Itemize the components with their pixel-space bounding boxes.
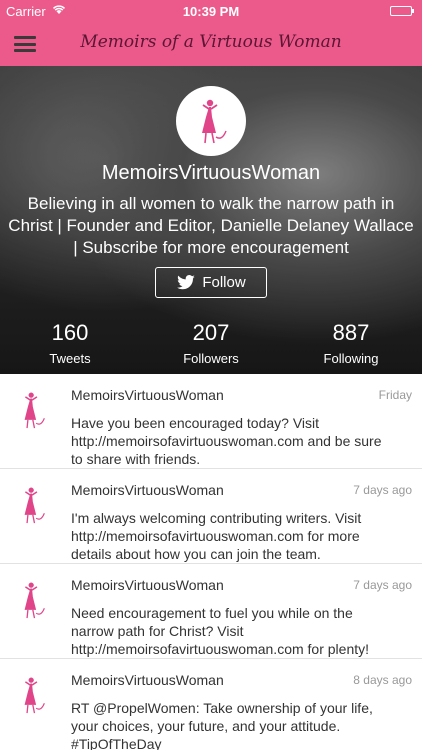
nav-title: Memoirs of a Virtuous Woman: [80, 32, 342, 52]
stat-followers[interactable]: 207 Followers: [151, 320, 271, 366]
profile-bio: Believing in all women to walk the narro…: [8, 194, 414, 257]
follow-button[interactable]: Follow: [155, 267, 267, 298]
woman-silhouette-logo-icon: [24, 677, 45, 714]
stat-value: 207: [192, 320, 230, 345]
tweet-username[interactable]: MemoirsVirtuousWoman: [71, 387, 224, 403]
woman-silhouette-logo-icon: [202, 99, 227, 144]
tweet-text: RT @PropelWomen: Take ownership of your …: [71, 700, 373, 750]
tweet-username[interactable]: MemoirsVirtuousWoman: [71, 482, 224, 498]
stat-label: Followers: [183, 351, 239, 366]
stat-tweets[interactable]: 160 Tweets: [10, 320, 130, 366]
woman-silhouette-logo-icon: [24, 392, 45, 429]
tweet-feed: MemoirsVirtuousWoman Friday Have you bee…: [0, 374, 422, 750]
woman-silhouette-logo-icon: [24, 487, 45, 524]
tweet-timestamp: 7 days ago: [353, 578, 412, 592]
tweet-username[interactable]: MemoirsVirtuousWoman: [71, 577, 224, 593]
stat-value: 887: [332, 320, 370, 345]
tweet-text: I'm always welcoming contributing writer…: [71, 510, 362, 562]
status-time: 10:39 PM: [182, 4, 240, 19]
tweet-text: Need encouragement to fuel you while on …: [71, 605, 370, 657]
tweet-item[interactable]: MemoirsVirtuousWoman Friday Have you bee…: [0, 374, 422, 469]
profile-avatar[interactable]: [176, 86, 246, 156]
tweet-timestamp: 8 days ago: [353, 673, 412, 687]
woman-silhouette-logo-icon: [24, 582, 45, 619]
follow-label: Follow: [202, 274, 246, 291]
profile-header: MemoirsVirtuousWoman Believing in all wo…: [0, 66, 422, 374]
tweet-item[interactable]: MemoirsVirtuousWoman 8 days ago RT @Prop…: [0, 659, 422, 750]
battery-icon: [390, 6, 414, 16]
tweet-item[interactable]: MemoirsVirtuousWoman 7 days ago Need enc…: [0, 564, 422, 659]
profile-stats: 160 Tweets 207 Followers 887 Following: [0, 320, 422, 370]
stat-following[interactable]: 887 Following: [291, 320, 411, 366]
tweet-timestamp: Friday: [378, 388, 412, 402]
stat-value: 160: [51, 320, 89, 345]
nav-bar: Memoirs of a Virtuous Woman: [0, 22, 422, 66]
tweet-timestamp: 7 days ago: [353, 483, 412, 497]
stat-label: Following: [323, 351, 379, 366]
tweet-text: Have you been encouraged today? Visit ht…: [71, 415, 382, 467]
tweet-username[interactable]: MemoirsVirtuousWoman: [71, 672, 224, 688]
profile-name: MemoirsVirtuousWoman: [101, 162, 321, 184]
twitter-bird-icon: [177, 274, 196, 289]
stat-label: Tweets: [49, 351, 91, 366]
status-bar: Carrier 10:39 PM: [0, 0, 422, 22]
tweet-item[interactable]: MemoirsVirtuousWoman 7 days ago I'm alwa…: [0, 469, 422, 564]
